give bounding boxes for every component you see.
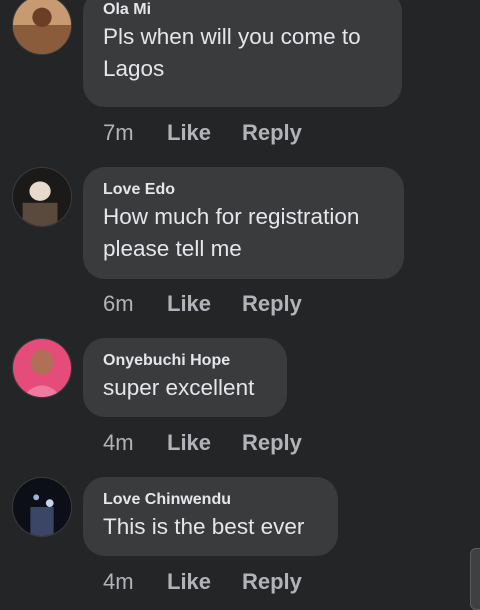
like-button[interactable]: Like [167,120,242,146]
like-button[interactable]: Like [167,569,242,595]
comment-text: This is the best ever [103,514,305,539]
comment-author[interactable]: Ola Mi [103,0,382,20]
like-button[interactable]: Like [167,430,242,456]
avatar[interactable] [12,477,72,537]
comment-text: super excellent [103,375,255,400]
comment-timestamp[interactable]: 4m [103,430,167,456]
comment-timestamp[interactable]: 6m [103,291,167,317]
reply-button[interactable]: Reply [242,430,302,456]
comment-text: Pls when will you come to Lagos [103,24,361,81]
comment-bubble[interactable]: Love Edo How much for registration pleas… [83,167,404,279]
comment-actions: 4m Like Reply [103,428,302,458]
comment-author[interactable]: Love Edo [103,180,384,200]
avatar[interactable] [12,167,72,227]
avatar-image [13,168,71,226]
comment-bubble[interactable]: Onyebuchi Hope super excellent [83,338,287,417]
avatar-image [13,339,71,397]
comment-timestamp[interactable]: 7m [103,120,167,146]
comment-author[interactable]: Love Chinwendu [103,490,318,510]
comment-author[interactable]: Onyebuchi Hope [103,351,267,371]
comment-actions: 4m Like Reply [103,567,302,597]
comment-text: How much for registration please tell me [103,204,360,261]
reply-button[interactable]: Reply [242,120,302,146]
scrollbar-handle[interactable] [470,548,480,610]
reply-button[interactable]: Reply [242,569,302,595]
comment-bubble[interactable]: Ola Mi Pls when will you come to Lagos [83,0,402,107]
reply-button[interactable]: Reply [242,291,302,317]
avatar[interactable] [12,0,72,55]
comment-timestamp[interactable]: 4m [103,569,167,595]
like-button[interactable]: Like [167,291,242,317]
avatar[interactable] [12,338,72,398]
comment-bubble[interactable]: Love Chinwendu This is the best ever [83,477,338,556]
avatar-image [13,478,71,536]
comment-actions: 7m Like Reply [103,118,302,148]
avatar-image [13,0,71,54]
comment-actions: 6m Like Reply [103,289,302,319]
